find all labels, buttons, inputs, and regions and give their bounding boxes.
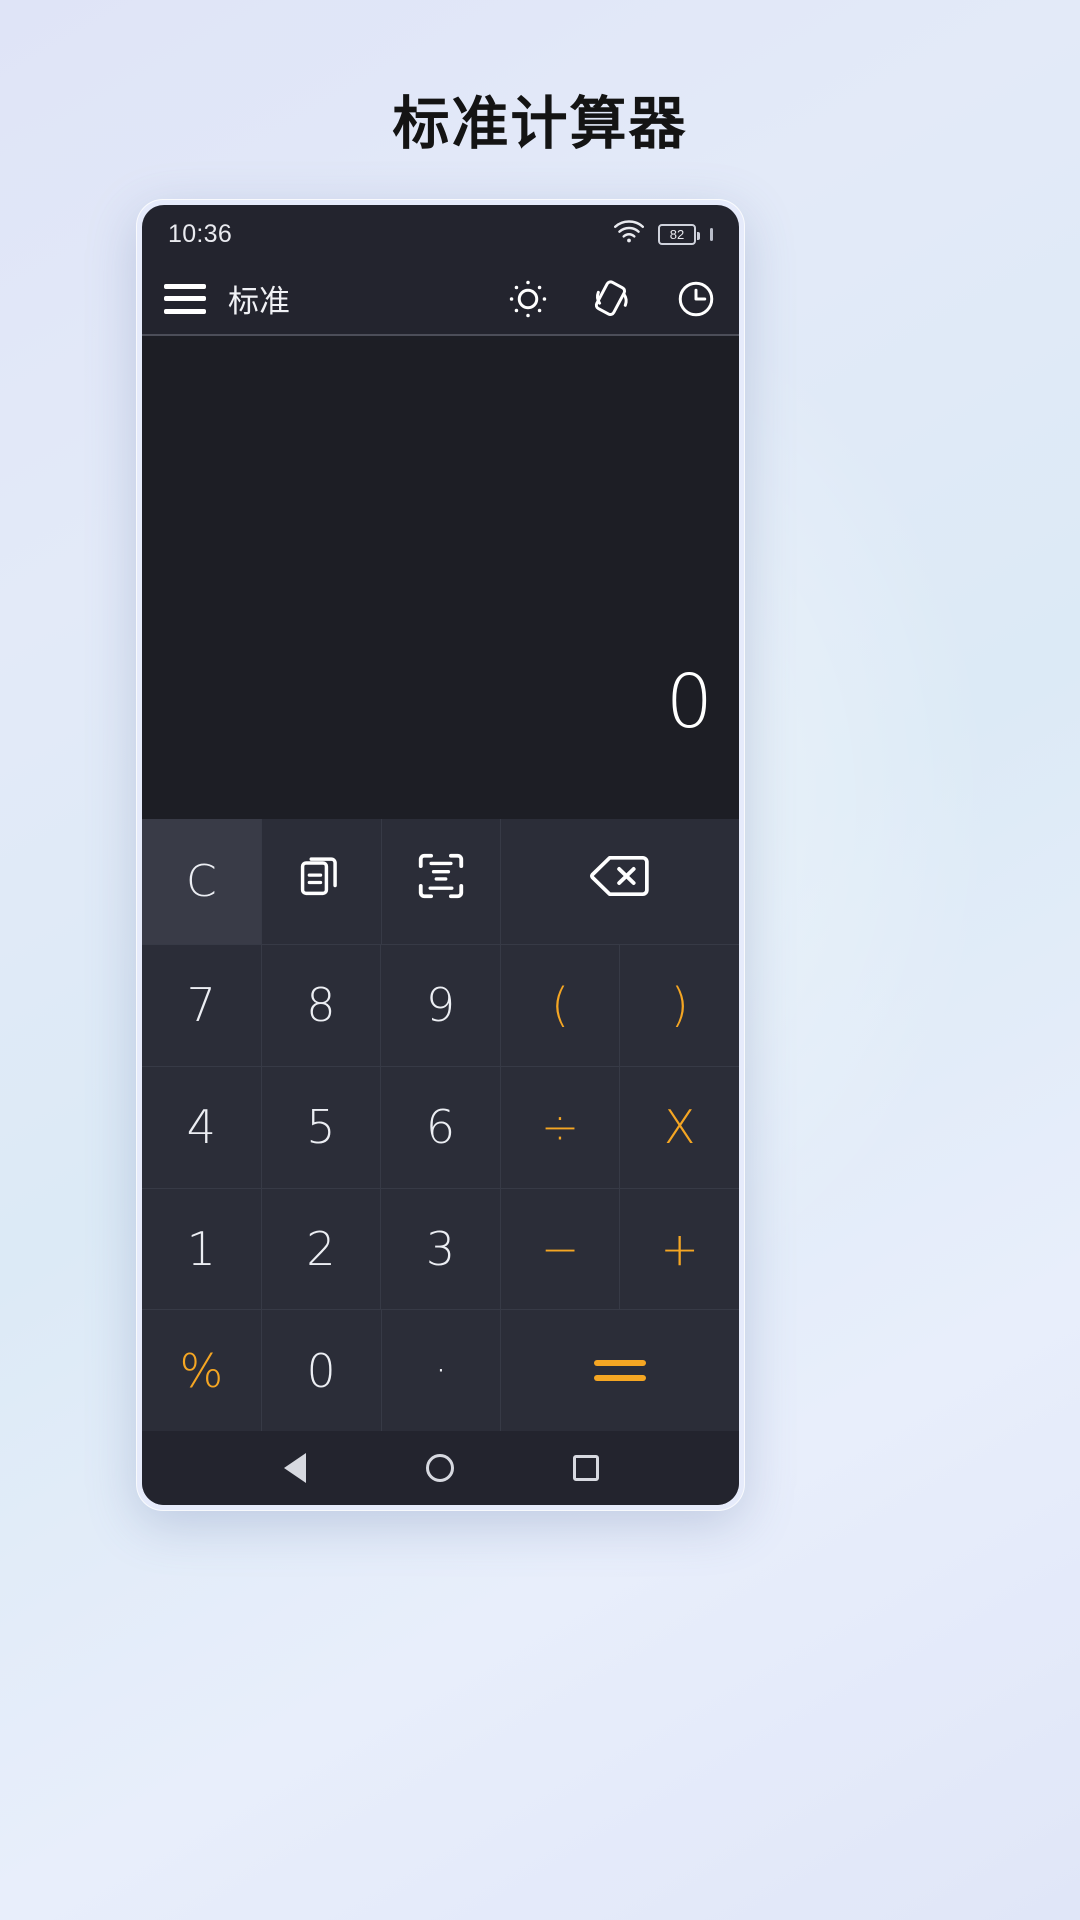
- hamburger-menu-icon[interactable]: [164, 283, 206, 314]
- key-5[interactable]: 5: [260, 1066, 381, 1188]
- key-label: 0: [306, 1343, 336, 1398]
- toolbar-icons: [507, 278, 717, 320]
- copy-button[interactable]: [260, 819, 381, 944]
- key-paren-open[interactable]: (: [499, 945, 620, 1066]
- key-label: 7: [186, 978, 216, 1033]
- key-label: 8: [306, 978, 336, 1033]
- key-label: 2: [306, 1221, 336, 1276]
- keypad-row: 7 8 9 ( ): [142, 944, 739, 1066]
- backspace-button[interactable]: [500, 819, 739, 944]
- status-time: 10:36: [168, 219, 233, 248]
- history-clock-icon[interactable]: [675, 278, 717, 320]
- key-8[interactable]: 8: [260, 945, 381, 1066]
- display-result: 0: [665, 659, 713, 745]
- back-triangle-icon[interactable]: [273, 1446, 317, 1490]
- key-percent[interactable]: %: [142, 1310, 261, 1431]
- key-2[interactable]: 2: [260, 1188, 381, 1310]
- battery-icon: 82: [658, 223, 700, 245]
- key-label: ÷: [540, 1100, 580, 1155]
- backspace-icon: [589, 852, 651, 911]
- signal-tick-icon: [710, 227, 713, 241]
- key-0[interactable]: 0: [260, 1310, 381, 1431]
- key-paren-close[interactable]: ): [619, 945, 739, 1066]
- status-icons: 82: [614, 220, 713, 248]
- clear-button[interactable]: C: [142, 819, 261, 944]
- scan-numeral-icon: [414, 849, 468, 914]
- keypad-row: 1 2 3 − +: [142, 1187, 739, 1310]
- key-label: 3: [425, 1221, 456, 1276]
- keypad: C 7 8 9 () 4 5 6 ÷ X 1 2 3 − + % 0 ·: [142, 819, 739, 1431]
- keypad-row: 4 5 6 ÷ X: [142, 1065, 739, 1188]
- key-label: ·: [434, 1347, 448, 1394]
- key-label: +: [660, 1221, 699, 1276]
- android-nav-bar: [142, 1431, 739, 1505]
- key-4[interactable]: 4: [142, 1067, 261, 1188]
- key-label: ): [670, 978, 689, 1033]
- key-label: −: [540, 1221, 580, 1276]
- key-divide[interactable]: ÷: [499, 1066, 620, 1188]
- key-label: %: [179, 1343, 224, 1398]
- key-plus[interactable]: +: [619, 1188, 739, 1310]
- app-toolbar: 标准: [142, 263, 739, 336]
- phone-mockup: 10:36 82 标准 0 C 7 8 9 () 4 5 6 ÷ X 1 2 …: [137, 200, 744, 1510]
- key-decimal[interactable]: ·: [380, 1310, 501, 1431]
- equals-icon: [594, 1360, 647, 1382]
- phone-screen: 10:36 82 标准 0 C 7 8 9 () 4 5 6 ÷ X 1 2 …: [142, 205, 739, 1505]
- key-label: 9: [425, 978, 456, 1033]
- key-label: 4: [186, 1100, 216, 1155]
- copy-icon: [295, 850, 347, 913]
- key-3[interactable]: 3: [380, 1188, 500, 1310]
- key-label: 1: [186, 1221, 216, 1276]
- key-label: 6: [425, 1100, 456, 1155]
- battery-level: 82: [669, 226, 685, 242]
- home-circle-icon[interactable]: [418, 1446, 462, 1490]
- key-1[interactable]: 1: [142, 1189, 261, 1310]
- rotate-screen-icon[interactable]: [591, 278, 633, 320]
- page-title: 标准计算器: [392, 91, 688, 157]
- key-minus[interactable]: −: [499, 1188, 620, 1310]
- status-bar: 10:36 82: [142, 205, 739, 263]
- chinese-numeral-button[interactable]: [380, 819, 501, 944]
- key-9[interactable]: 9: [380, 945, 500, 1066]
- function-row: C: [142, 819, 739, 944]
- key-label: (: [551, 978, 570, 1033]
- keypad-row: % 0 ·: [142, 1309, 739, 1431]
- key-equals[interactable]: [500, 1310, 739, 1431]
- key-6[interactable]: 6: [380, 1066, 500, 1188]
- toolbar-title: 标准: [228, 284, 290, 320]
- clear-label: C: [186, 856, 217, 907]
- calculator-display[interactable]: 0: [142, 336, 739, 819]
- recents-square-icon[interactable]: [564, 1446, 608, 1490]
- key-7[interactable]: 7: [142, 945, 261, 1066]
- key-label: X: [663, 1100, 696, 1155]
- brightness-icon[interactable]: [507, 278, 549, 320]
- wifi-icon: [614, 220, 644, 248]
- key-label: 5: [306, 1100, 336, 1155]
- key-multiply[interactable]: X: [619, 1066, 739, 1188]
